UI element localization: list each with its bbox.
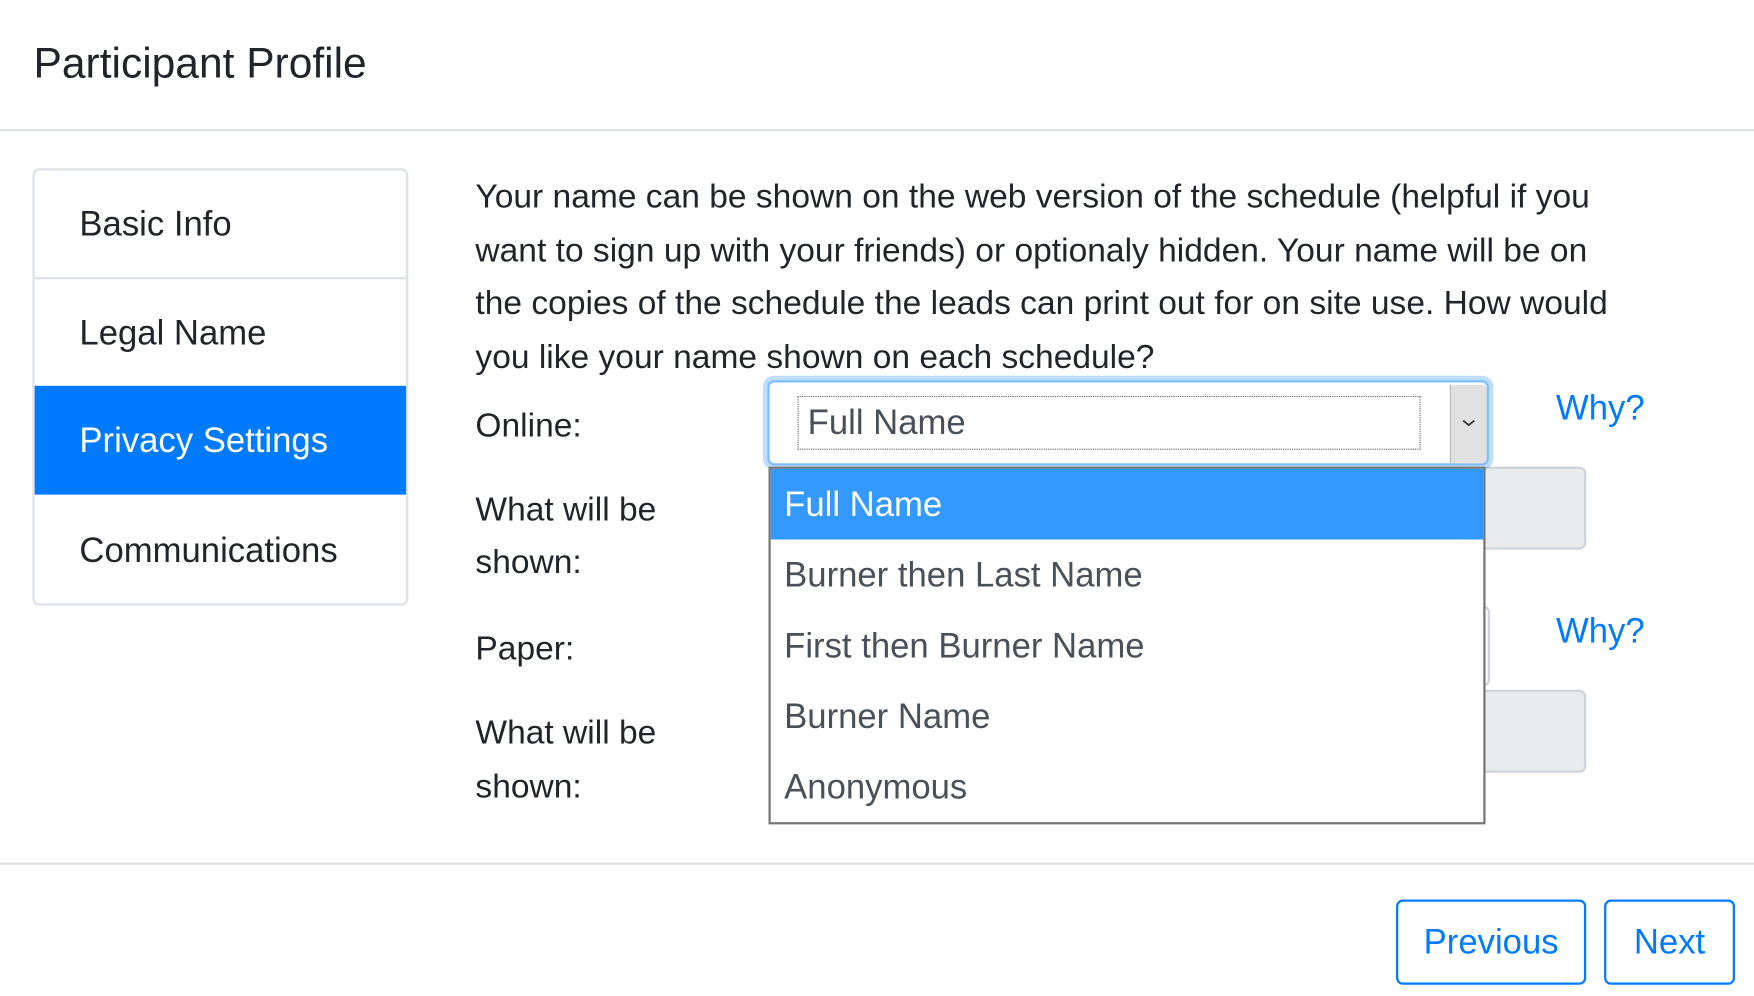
previous-button[interactable]: Previous: [1396, 899, 1587, 985]
sidebar-item-basic-info[interactable]: Basic Info: [34, 170, 407, 280]
footer-divider: [0, 862, 1754, 865]
paper-shown-label-line2: shown:: [475, 768, 582, 806]
sidebar-item-communications[interactable]: Communications: [35, 496, 406, 604]
paper-why-link[interactable]: Why?: [1556, 611, 1645, 651]
online-select-value[interactable]: Full Name: [797, 395, 1421, 450]
page-title: Participant Profile: [33, 40, 367, 88]
option-burner-name[interactable]: Burner Name: [771, 681, 1484, 752]
dialog-header: Participant Profile: [0, 0, 1754, 132]
option-anonymous[interactable]: Anonymous: [771, 751, 1484, 822]
sidebar-item-legal-name[interactable]: Legal Name: [34, 279, 407, 389]
select-dropdown-button[interactable]: [1449, 384, 1487, 464]
online-shown-label-line1: What will be: [475, 491, 657, 529]
option-first-then-burner-name[interactable]: First then Burner Name: [771, 610, 1484, 681]
online-why-link[interactable]: Why?: [1556, 388, 1645, 428]
option-full-name[interactable]: Full Name: [770, 468, 1484, 540]
option-burner-then-last-name[interactable]: Burner then Last Name: [771, 539, 1484, 610]
online-shown-label-line2: shown:: [475, 543, 582, 581]
online-label: Online:: [475, 407, 582, 445]
online-select-options: Full Name Burner then Last Name First th…: [768, 466, 1486, 825]
participant-profile-dialog: Participant Profile Basic Info Legal Nam…: [0, 0, 1754, 996]
sidebar-item-privacy-settings[interactable]: Privacy Settings: [34, 385, 407, 495]
chevron-down-icon: [1461, 414, 1477, 434]
next-button[interactable]: Next: [1604, 899, 1735, 985]
privacy-intro-text: Your name can be shown on the web versio…: [475, 178, 1608, 376]
paper-label: Paper:: [475, 630, 575, 668]
paper-shown-label-line1: What will be: [475, 714, 657, 752]
profile-sidebar: Basic Info Legal Name Privacy Settings C…: [32, 168, 409, 606]
